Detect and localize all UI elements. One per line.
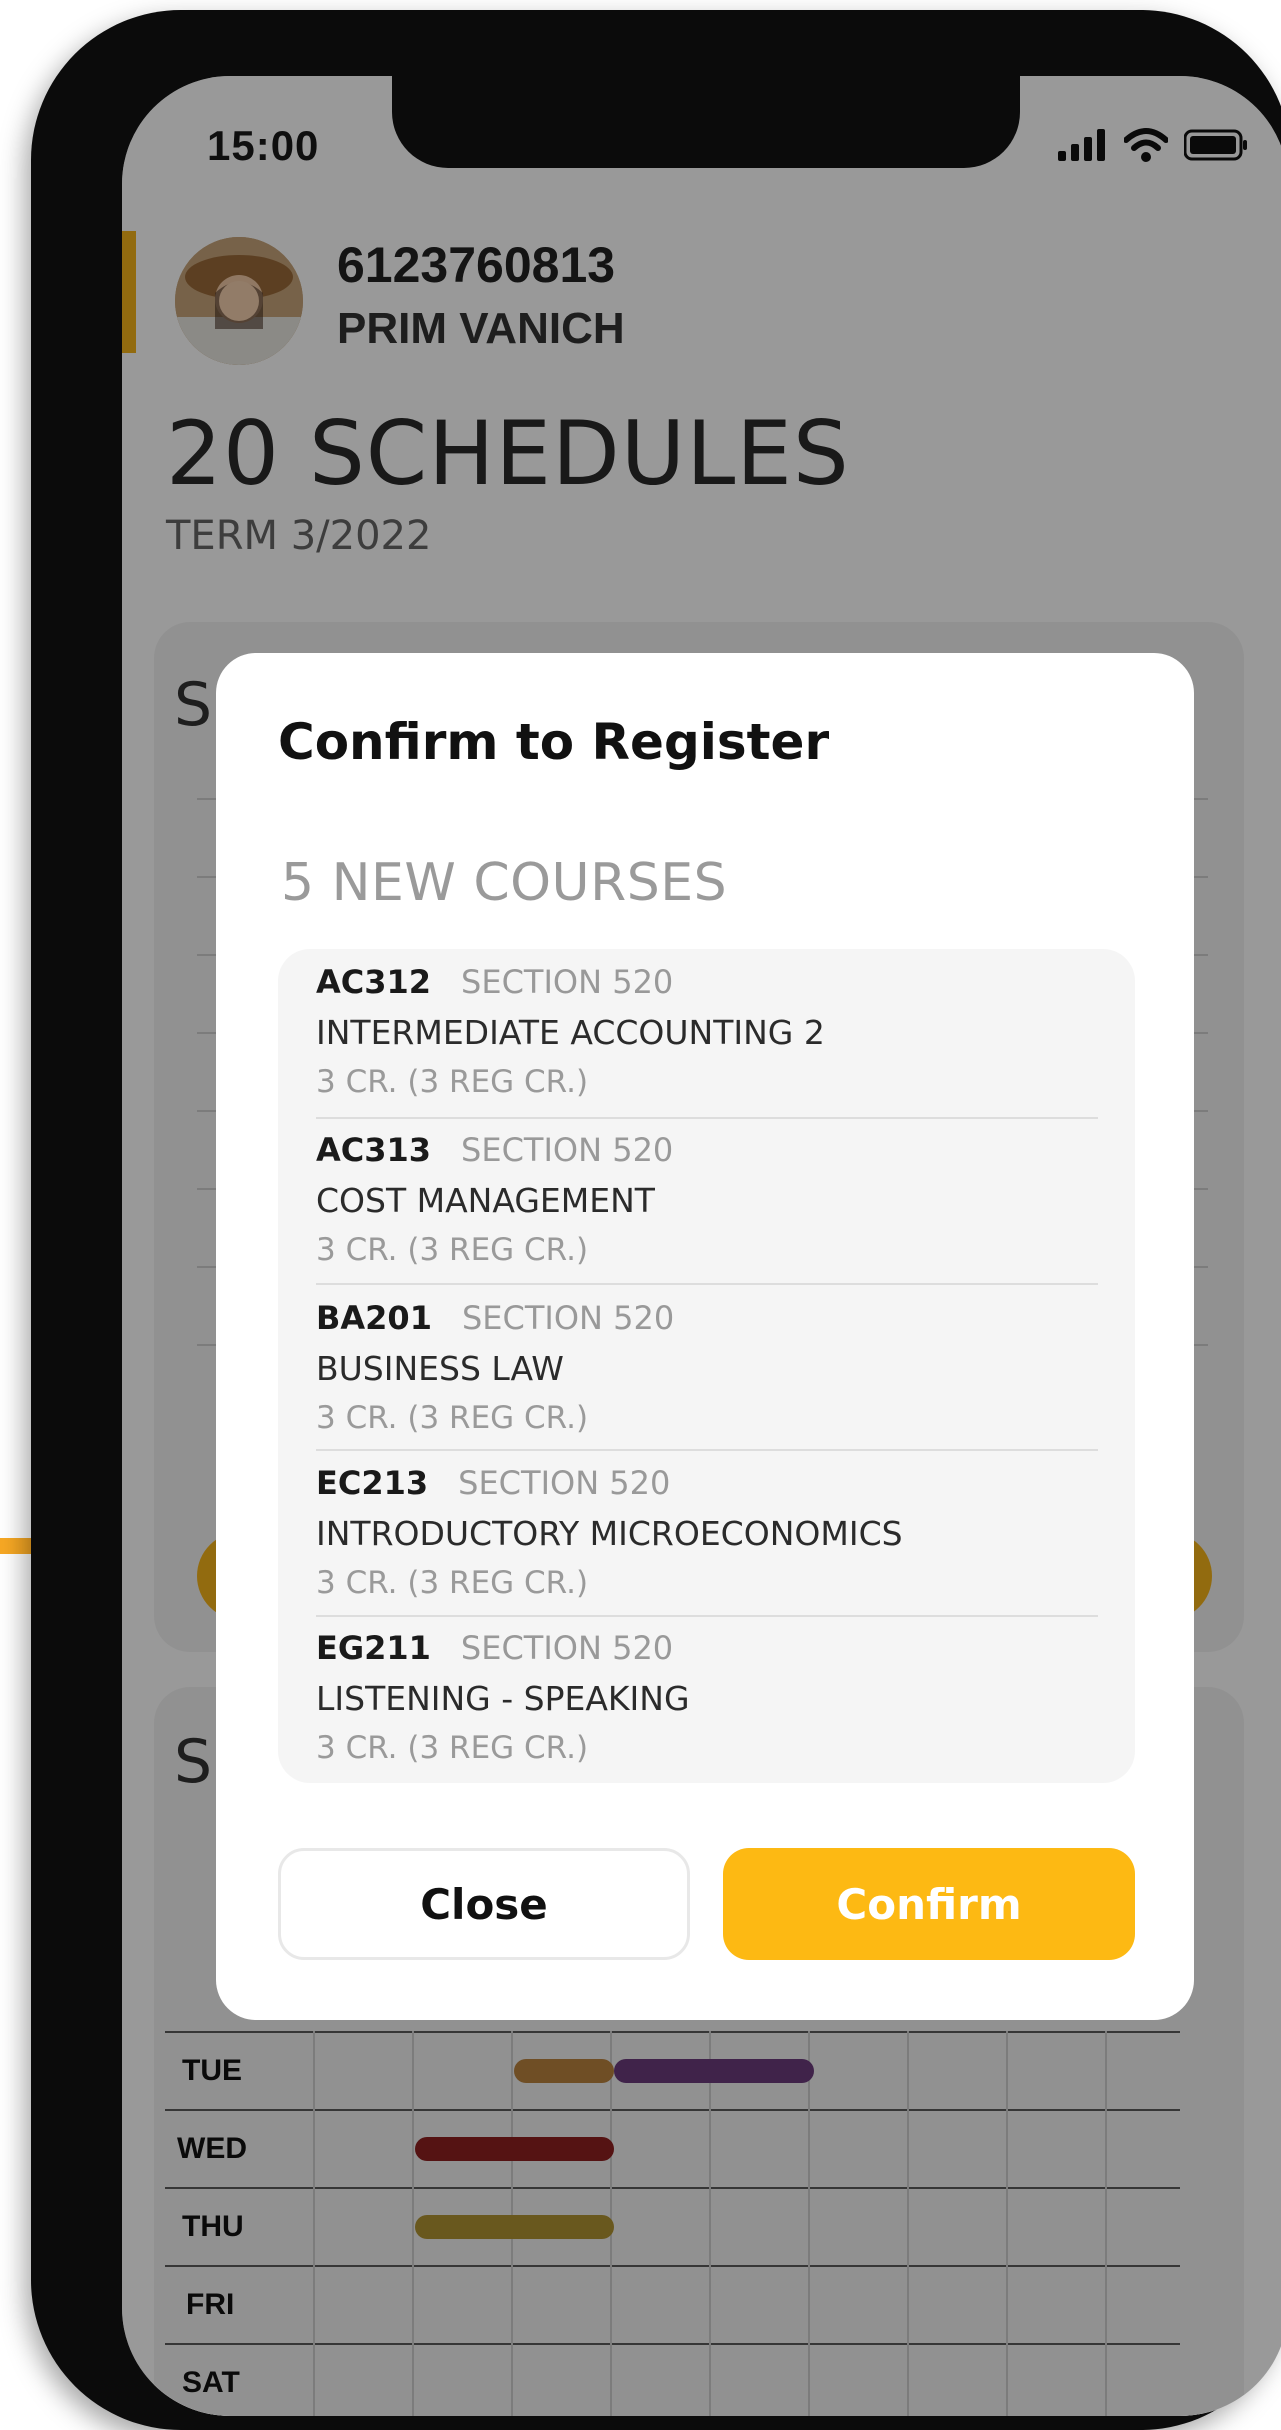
course-name: BUSINESS LAW: [316, 1349, 564, 1388]
course-section: SECTION 520: [458, 1464, 671, 1502]
course-credits: 3 CR. (3 REG CR.): [316, 1232, 589, 1268]
divider: [316, 1615, 1098, 1617]
notch: [392, 76, 1020, 168]
course-code: BA201: [316, 1299, 432, 1337]
divider: [316, 1283, 1098, 1285]
course-credits: 3 CR. (3 REG CR.): [316, 1064, 589, 1100]
course-section: SECTION 520: [461, 1299, 675, 1337]
course-name: COST MANAGEMENT: [316, 1181, 655, 1220]
app-screen: 15:00 6123760813 PRIM VANICH 20 SCHEDULE…: [122, 76, 1281, 2416]
course-section: SECTION 520: [461, 1131, 674, 1169]
course-code: EC213: [316, 1464, 429, 1502]
course-credits: 3 CR. (3 REG CR.): [316, 1400, 589, 1436]
list-item: AC313 SECTION 520 COST MANAGEMENT 3 CR. (…: [316, 1131, 1098, 1268]
course-section: SECTION 520: [460, 1629, 674, 1667]
list-item: AC312 SECTION 520 INTERMEDIATE ACCOUNTING…: [316, 963, 1098, 1100]
divider: [316, 1117, 1098, 1119]
course-code: AC312: [316, 963, 432, 1001]
course-name: LISTENING - SPEAKING: [316, 1679, 690, 1718]
new-courses-count: 5 NEW COURSES: [281, 853, 728, 913]
list-item: BA201 SECTION 520 BUSINESS LAW 3 CR. (3 R…: [316, 1299, 1098, 1436]
course-name: INTRODUCTORY MICROECONOMICS: [316, 1514, 903, 1553]
course-list: AC312 SECTION 520 INTERMEDIATE ACCOUNTING…: [278, 949, 1135, 1783]
confirm-register-dialog: Confirm to Register 5 NEW COURSES AC312 S…: [216, 653, 1194, 2020]
divider: [316, 1449, 1098, 1451]
course-code: AC313: [316, 1131, 432, 1169]
course-credits: 3 CR. (3 REG CR.): [316, 1565, 589, 1601]
dialog-title: Confirm to Register: [278, 713, 830, 771]
list-item: EG211 SECTION 520 LISTENING - SPEAKING 3 …: [316, 1629, 1098, 1766]
phone-frame: 15:00 6123760813 PRIM VANICH 20 SCHEDULE…: [31, 10, 1281, 2430]
close-button[interactable]: Close: [278, 1848, 690, 1960]
confirm-button[interactable]: Confirm: [723, 1848, 1135, 1960]
course-credits: 3 CR. (3 REG CR.): [316, 1730, 589, 1766]
list-item: EC213 SECTION 520 INTRODUCTORY MICROECONO…: [316, 1464, 1098, 1601]
course-code: EG211: [316, 1629, 431, 1667]
course-section: SECTION 520: [461, 963, 674, 1001]
course-name: INTERMEDIATE ACCOUNTING 2: [316, 1013, 825, 1052]
